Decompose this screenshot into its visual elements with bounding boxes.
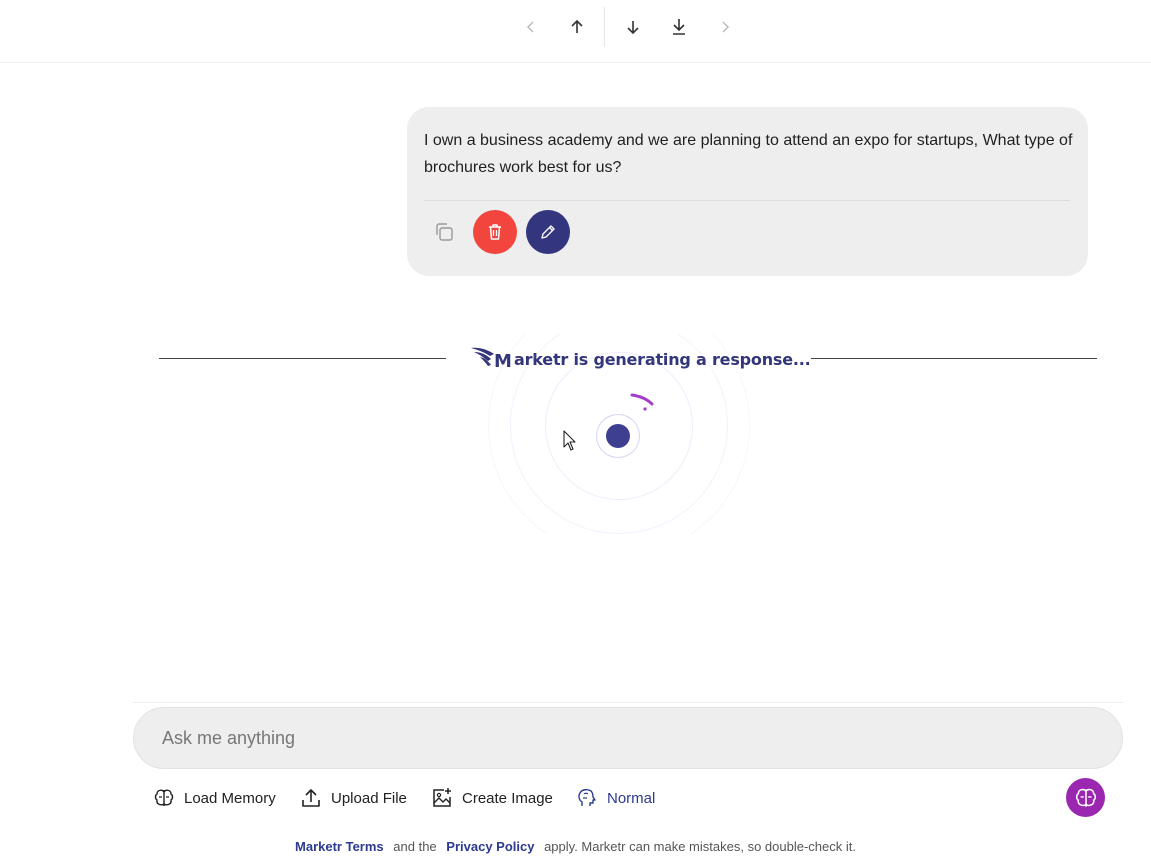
arrow-down-icon[interactable] xyxy=(619,13,647,41)
bubble-divider xyxy=(424,200,1070,201)
upload-icon xyxy=(302,789,320,807)
spinner-core xyxy=(606,424,630,448)
composer-divider xyxy=(133,702,1123,703)
edit-button[interactable] xyxy=(526,210,570,254)
trash-icon xyxy=(489,224,501,240)
copy-icon xyxy=(436,223,453,241)
load-memory-button[interactable]: Load Memory xyxy=(153,785,276,811)
footer-middle-text: and the xyxy=(393,839,437,854)
pencil-icon xyxy=(541,225,555,239)
spinner-arc-icon xyxy=(630,393,654,411)
top-nav-bar xyxy=(0,0,1151,63)
status-divider-right xyxy=(811,358,1097,359)
mode-selector[interactable]: Normal xyxy=(576,785,655,811)
chat-input[interactable] xyxy=(160,722,1064,754)
image-plus-icon xyxy=(433,788,451,807)
upload-file-button[interactable]: Upload File xyxy=(300,785,407,811)
user-message-text: I own a business academy and we are plan… xyxy=(424,132,1073,176)
chevron-left-icon[interactable] xyxy=(517,13,545,41)
create-image-button[interactable]: Create Image xyxy=(431,785,553,811)
nav-divider xyxy=(604,7,605,47)
mouse-cursor-icon xyxy=(563,430,576,451)
composer xyxy=(133,707,1123,769)
arrow-up-icon[interactable] xyxy=(563,13,591,41)
delete-button[interactable] xyxy=(473,210,517,254)
brain-icon xyxy=(1075,788,1096,807)
privacy-policy-link[interactable]: Privacy Policy xyxy=(446,839,534,854)
user-message-bubble: I own a business academy and we are plan… xyxy=(407,107,1088,276)
upload-file-label: Upload File xyxy=(331,789,407,807)
terms-link[interactable]: Marketr Terms xyxy=(295,839,384,854)
mode-label: Normal xyxy=(607,789,656,807)
memory-brain-button[interactable] xyxy=(1066,778,1105,817)
load-memory-label: Load Memory xyxy=(184,789,276,807)
create-image-label: Create Image xyxy=(462,789,553,807)
chevron-right-icon[interactable] xyxy=(711,13,739,41)
brain-profile-icon xyxy=(578,788,596,806)
footer-tail-text: apply. Marketr can make mistakes, so dou… xyxy=(544,839,856,854)
status-divider-left xyxy=(159,358,446,359)
download-icon[interactable] xyxy=(665,13,693,41)
copy-button[interactable] xyxy=(422,210,466,254)
loading-spinner xyxy=(478,334,778,534)
brain-icon xyxy=(154,789,174,806)
footer-disclaimer: Marketr Terms and the Privacy Policy app… xyxy=(0,839,1151,854)
